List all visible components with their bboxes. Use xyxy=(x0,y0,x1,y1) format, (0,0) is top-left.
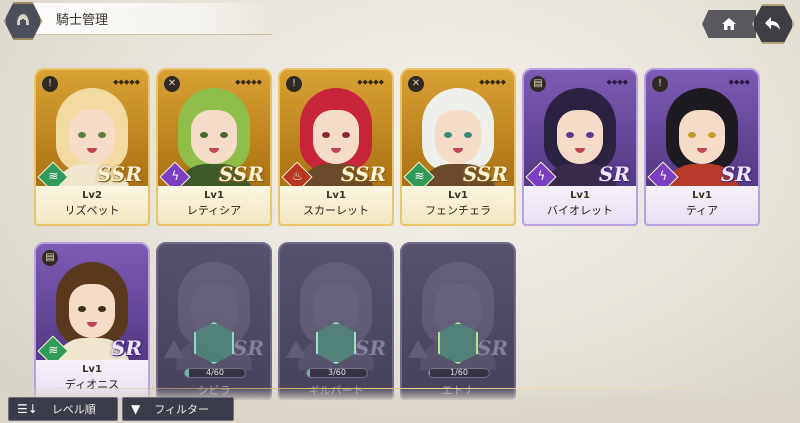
level-label: Lv1 xyxy=(204,190,224,201)
portrait-eye xyxy=(444,132,452,138)
card-nameplate: Lv1 スカーレット xyxy=(280,186,392,224)
element-glyph: ♨ xyxy=(291,169,303,184)
rarity-badge: SR xyxy=(232,336,264,360)
locked-knight-card[interactable]: SR3/60ギルバート xyxy=(278,242,394,400)
portrait-eye xyxy=(322,132,330,138)
portrait-eye xyxy=(98,132,106,138)
card-nameplate: Lv2 リズベット xyxy=(36,186,148,224)
progress-text: 3/60 xyxy=(328,368,346,377)
sort-button[interactable]: ☰↓ レベル順 xyxy=(8,397,118,421)
page-title: 騎士管理 xyxy=(56,13,109,28)
element-glyph: ϟ xyxy=(659,169,668,184)
portrait-eye xyxy=(464,132,472,138)
rarity-badge: SSR xyxy=(96,162,142,186)
level-label: Lv1 xyxy=(326,190,346,201)
knight-card[interactable]: ! ◆◆◆◆◆ ≋ SSR Lv2 リズベット xyxy=(34,68,150,226)
portrait-face xyxy=(679,110,725,164)
rarity-badge: SR xyxy=(720,162,752,186)
portrait-eye xyxy=(200,132,208,138)
rarity-badge: SSR xyxy=(340,162,386,186)
sort-icon: ☰↓ xyxy=(17,402,38,416)
element-glyph: ≋ xyxy=(414,169,425,184)
portrait-eye xyxy=(342,132,350,138)
back-button[interactable] xyxy=(752,4,794,44)
home-button[interactable] xyxy=(702,10,756,38)
back-arrow-icon xyxy=(765,17,780,30)
portrait-face xyxy=(69,284,115,338)
portrait-eye xyxy=(78,306,86,312)
knight-name: レティシア xyxy=(186,204,242,217)
filter-button[interactable]: ▼ フィルター xyxy=(122,397,234,421)
level-label: Lv1 xyxy=(82,364,102,375)
portrait-face xyxy=(557,110,603,164)
progress-text: 1/60 xyxy=(450,368,468,377)
portrait-face xyxy=(313,110,359,164)
knight-name: バイオレット xyxy=(547,204,613,217)
knight-card[interactable]: ▤ ◆◆◆◆ ϟ SR Lv1 バイオレット xyxy=(522,68,638,226)
rarity-badge: SR xyxy=(476,336,508,360)
level-label: Lv1 xyxy=(448,190,468,201)
rarity-badge: SSR xyxy=(218,162,264,186)
portrait-face xyxy=(69,110,115,164)
element-glyph: ≋ xyxy=(48,343,59,358)
level-label: Lv2 xyxy=(82,190,102,201)
knight-name: リズベット xyxy=(64,204,120,217)
knight-card[interactable]: ✕ ◆◆◆◆◆ ≋ SSR Lv1 フェンチェラ xyxy=(400,68,516,226)
filter-icon: ▼ xyxy=(131,402,141,416)
sort-label: レベル順 xyxy=(51,403,96,416)
portrait-face xyxy=(435,110,481,164)
bottom-toolbar xyxy=(0,387,800,423)
knight-name: ティア xyxy=(685,204,719,217)
top-header: 騎士管理 xyxy=(0,0,300,40)
level-label: Lv1 xyxy=(570,190,590,201)
fragment-progress-bar: 4/60 xyxy=(184,368,246,378)
level-label: Lv1 xyxy=(692,190,712,201)
rarity-badge: SR xyxy=(598,162,630,186)
portrait-eye xyxy=(566,132,574,138)
element-glyph: ϟ xyxy=(537,169,546,184)
card-nameplate: Lv1 レティシア xyxy=(158,186,270,224)
element-glyph: ≋ xyxy=(48,169,59,184)
fragment-progress-bar: 1/60 xyxy=(428,368,490,378)
knight-name: フェンチェラ xyxy=(425,204,491,217)
filter-label: フィルター xyxy=(154,403,210,416)
knight-card[interactable]: ✕ ◆◆◆◆◆ ϟ SSR Lv1 レティシア xyxy=(156,68,272,226)
knight-name: スカーレット xyxy=(303,204,369,217)
rarity-badge: SSR xyxy=(462,162,508,186)
element-glyph: ϟ xyxy=(171,169,180,184)
knight-card[interactable]: ! ◆◆◆◆◆ ♨ SSR Lv1 スカーレット xyxy=(278,68,394,226)
locked-knight-card[interactable]: SR4/60シビラ xyxy=(156,242,272,400)
rarity-badge: SR xyxy=(354,336,386,360)
progress-text: 4/60 xyxy=(206,368,224,377)
portrait-eye xyxy=(220,132,228,138)
knight-card[interactable]: ! ◆◆◆◆ ϟ SR Lv1 ティア xyxy=(644,68,760,226)
card-nameplate: Lv1 バイオレット xyxy=(524,186,636,224)
top-right-controls xyxy=(702,4,794,44)
portrait-eye xyxy=(708,132,716,138)
rarity-badge: SR xyxy=(110,336,142,360)
portrait-eye xyxy=(586,132,594,138)
portrait-eye xyxy=(688,132,696,138)
card-nameplate: Lv1 ティア xyxy=(646,186,758,224)
locked-knight-card[interactable]: SR1/60エトナ xyxy=(400,242,516,400)
card-nameplate: Lv1 フェンチェラ xyxy=(402,186,514,224)
home-icon xyxy=(722,18,736,30)
portrait-eye xyxy=(98,306,106,312)
knight-card[interactable]: ▤ ≋ SR Lv1 ディオニス xyxy=(34,242,150,400)
fragment-progress-bar: 3/60 xyxy=(306,368,368,378)
portrait-eye xyxy=(78,132,86,138)
portrait-face xyxy=(191,110,237,164)
